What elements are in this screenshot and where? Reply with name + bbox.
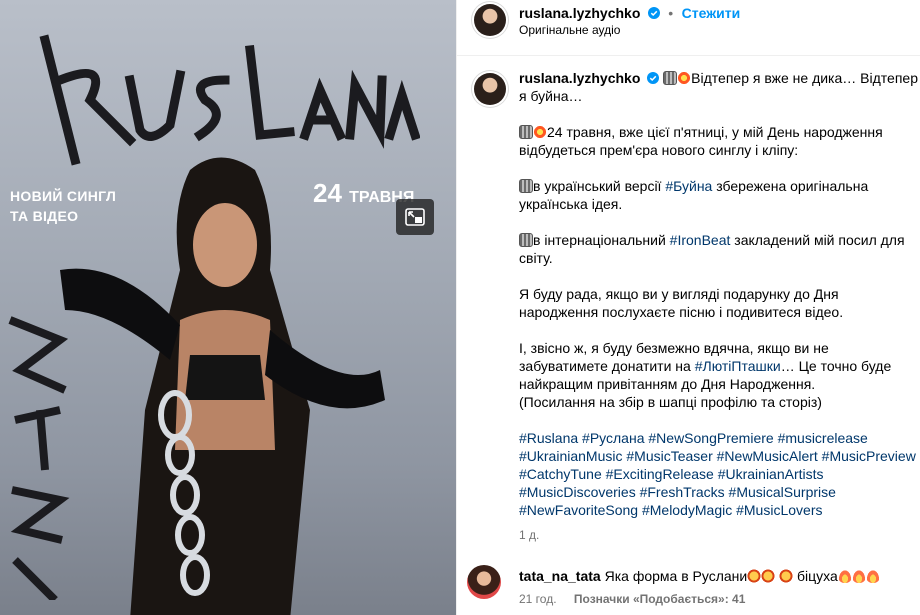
commenter-username[interactable]: tata_na_tata (519, 568, 601, 584)
hashtag-link[interactable]: #Ruslana (519, 430, 578, 446)
subtitle-line1: НОВИЙ СИНГЛ (10, 188, 117, 204)
author-avatar[interactable] (474, 4, 506, 36)
post-timestamp[interactable]: 1 д. (519, 528, 539, 542)
verified-icon (647, 72, 660, 84)
door-emoji-icon (519, 179, 533, 193)
hashtag-link[interactable]: #MusicLovers (736, 502, 822, 518)
hashtag-link[interactable]: #MusicalSurprise (729, 484, 836, 500)
picture-in-picture-icon (405, 208, 425, 226)
hashtag-link[interactable]: #UkrainianMusic (519, 448, 622, 464)
comment-text: Яка форма в Руслани (604, 568, 748, 584)
post-header: ruslana.lyzhychko • Стежити Оригінальне … (457, 0, 920, 56)
hashtag-link[interactable]: #NewMusicAlert (717, 448, 818, 464)
fire-emoji-icon (851, 569, 866, 583)
comment-body: tata_na_tata Яка форма в Руслани біцуха (519, 568, 914, 584)
door-emoji-icon (663, 71, 678, 85)
star-struck-emoji-icon (747, 569, 762, 583)
caption-paragraph-release: 24 травня, вже цієї п'ятниці, у мій День… (519, 124, 883, 158)
ruslana-logo (39, 34, 420, 166)
hashtag-link[interactable]: #MusicPreview (822, 448, 916, 464)
follow-button[interactable]: Стежити (682, 5, 741, 21)
collision-emoji-icon (677, 71, 692, 85)
caption-ua-version-text: в український версії (533, 178, 666, 194)
buyna-side-logo (8, 316, 70, 600)
caption-author-avatar[interactable] (474, 73, 506, 105)
star-struck-emoji-icon (779, 569, 794, 583)
comment-text-end: біцуха (793, 568, 838, 584)
single-announcement: НОВИЙ СИНГЛ ТА ВІДЕО (10, 186, 150, 226)
hashtag-link[interactable]: #MelodyMagic (642, 502, 732, 518)
post-caption: ruslana.lyzhychko Відтепер я вже не дика… (519, 69, 919, 537)
hashtag-list: #Ruslana #Руслана #NewSongPremiere #musi… (519, 429, 919, 519)
comment-timestamp[interactable]: 21 год. (519, 592, 557, 606)
caption-donate-link-note: (Посилання на збір в шапці профілю та ст… (519, 394, 822, 410)
caption-intl-version-text: в інтернаціональний (533, 232, 670, 248)
author-username[interactable]: ruslana.lyzhychko (519, 5, 640, 21)
author-line: ruslana.lyzhychko • Стежити (519, 5, 740, 23)
post-details-panel: ruslana.lyzhychko • Стежити Оригінальне … (456, 0, 920, 615)
hashtag-link[interactable]: #FreshTracks (640, 484, 725, 500)
hashtag-link[interactable]: #ЛютіПташки (695, 358, 781, 374)
post-media[interactable]: НОВИЙ СИНГЛ ТА ВІДЕО 24 ТРАВНЯ (0, 0, 456, 615)
hashtag-link[interactable]: #Руслана (582, 430, 644, 446)
hashtag-link[interactable]: #UkrainianArtists (718, 466, 824, 482)
separator-dot: • (668, 5, 674, 21)
caption-paragraph-gift: Я буду рада, якщо ви у вигляді подарунку… (519, 286, 844, 320)
commenter-avatar[interactable] (467, 565, 501, 599)
door-emoji-icon (519, 125, 533, 139)
hashtag-link[interactable]: #NewFavoriteSong (519, 502, 638, 518)
caption-username[interactable]: ruslana.lyzhychko (519, 70, 640, 86)
comment-meta: 21 год. Позначки «Подобається»: 41 (519, 592, 759, 606)
hashtag-link[interactable]: #CatchyTune (519, 466, 602, 482)
hashtag-link[interactable]: #MusicDiscoveries (519, 484, 636, 500)
verified-icon (647, 7, 660, 19)
picture-in-picture-button[interactable] (396, 199, 434, 235)
comment-likes-count[interactable]: Позначки «Подобається»: 41 (574, 592, 745, 606)
hashtag-link[interactable]: #Буйна (665, 178, 712, 194)
subtitle-line2: ТА ВІДЕО (10, 208, 79, 224)
star-struck-emoji-icon (761, 569, 776, 583)
hashtag-link[interactable]: #MusicTeaser (626, 448, 712, 464)
hashtag-link[interactable]: #NewSongPremiere (648, 430, 773, 446)
hashtag-link[interactable]: #IronBeat (670, 232, 731, 248)
hashtag-link[interactable]: #musicrelease (778, 430, 868, 446)
hashtag-link[interactable]: #ExcitingRelease (606, 466, 714, 482)
fire-emoji-icon (837, 569, 852, 583)
date-day: 24 (313, 178, 342, 208)
collision-emoji-icon (533, 125, 547, 139)
fire-emoji-icon (865, 569, 880, 583)
original-audio-link[interactable]: Оригінальне аудіо (519, 23, 620, 37)
door-emoji-icon (519, 233, 533, 247)
